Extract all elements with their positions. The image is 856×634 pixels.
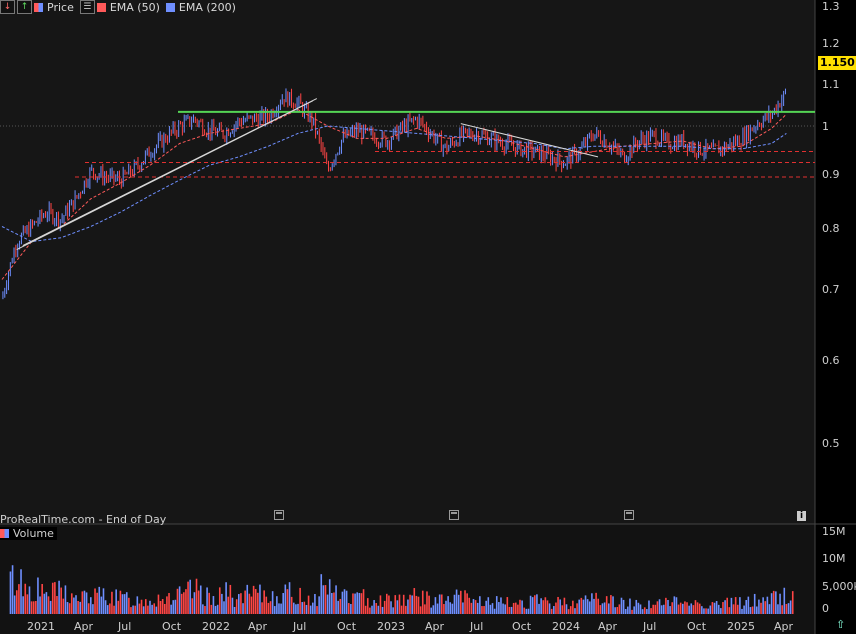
price-tick-label: 1.1	[822, 78, 840, 91]
time-tick-label: Apr	[774, 620, 794, 633]
price-tick-label: 1.3	[822, 0, 840, 13]
volume-tick-label: 5,000k	[822, 580, 856, 593]
price-tick-label: 0.7	[822, 283, 840, 296]
time-tick-label: Oct	[512, 620, 532, 633]
price-tick-label: 1	[822, 120, 829, 133]
time-tick-label: Jul	[470, 620, 484, 633]
time-tick-label: Jul	[643, 620, 657, 633]
chart-legend: ↓ ↑ Price ☰ EMA (50) EMA (200)	[0, 0, 242, 14]
volume-tick-label: 15M	[822, 525, 846, 538]
legend-price[interactable]: Price	[34, 1, 74, 14]
legend-price-label: Price	[47, 0, 74, 14]
price-tick-label: 0.9	[822, 168, 840, 181]
time-tick-label: Apr	[248, 620, 268, 633]
price-tick-label: 0.5	[822, 437, 840, 450]
time-tick-label: Oct	[337, 620, 357, 633]
legend-ema50-label: EMA (50)	[109, 0, 160, 14]
time-tick-label: Jul	[293, 620, 307, 633]
calendar-icon[interactable]	[449, 510, 459, 520]
time-tick-label: 2025	[727, 620, 755, 633]
time-tick-label: 2023	[377, 620, 405, 633]
chart-footer: ProRealTime.com - End of Day	[0, 513, 167, 526]
price-tick-label: 1.2	[822, 37, 840, 50]
legend-ema200[interactable]: EMA (200)	[165, 0, 236, 14]
price-tick-label: 0.8	[822, 222, 840, 235]
price-swatch-icon	[34, 2, 43, 12]
price-tick-label: 0.6	[822, 354, 840, 367]
calendar-icon[interactable]	[624, 510, 634, 520]
chart-stage[interactable]	[0, 0, 856, 634]
time-tick-label: Apr	[425, 620, 445, 633]
time-tick-label: Oct	[687, 620, 707, 633]
volume-tick-label: 10M	[822, 552, 846, 565]
volume-tick-label: 0	[822, 602, 829, 615]
volume-legend-label: Volume	[13, 527, 54, 540]
last-price-badge: 1.150	[818, 56, 856, 70]
time-tick-label: 2024	[552, 620, 580, 633]
time-tick-label: 2021	[27, 620, 55, 633]
time-tick-label: 2022	[202, 620, 230, 633]
volume-pane[interactable]	[0, 524, 815, 634]
legend-ema200-label: EMA (200)	[178, 0, 236, 14]
info-icon[interactable]: i	[797, 511, 806, 521]
expand-icon[interactable]: ⇧	[836, 618, 852, 632]
legend-ema50[interactable]: EMA (50)	[96, 0, 160, 14]
back-arrow-icon[interactable]: ↓	[0, 0, 15, 14]
price-pane[interactable]	[0, 0, 815, 524]
forward-arrow-icon[interactable]: ↑	[17, 0, 32, 14]
settings-grid-icon[interactable]: ☰	[79, 0, 95, 14]
volume-swatch-icon	[0, 529, 9, 538]
time-tick-label: Jul	[118, 620, 132, 633]
time-tick-label: Apr	[598, 620, 618, 633]
time-tick-label: Apr	[74, 620, 94, 633]
ema50-swatch-icon	[96, 2, 106, 12]
volume-legend[interactable]: Volume	[0, 527, 57, 540]
calendar-icon[interactable]	[274, 510, 284, 520]
time-tick-label: Oct	[162, 620, 182, 633]
ema200-swatch-icon	[165, 2, 175, 12]
